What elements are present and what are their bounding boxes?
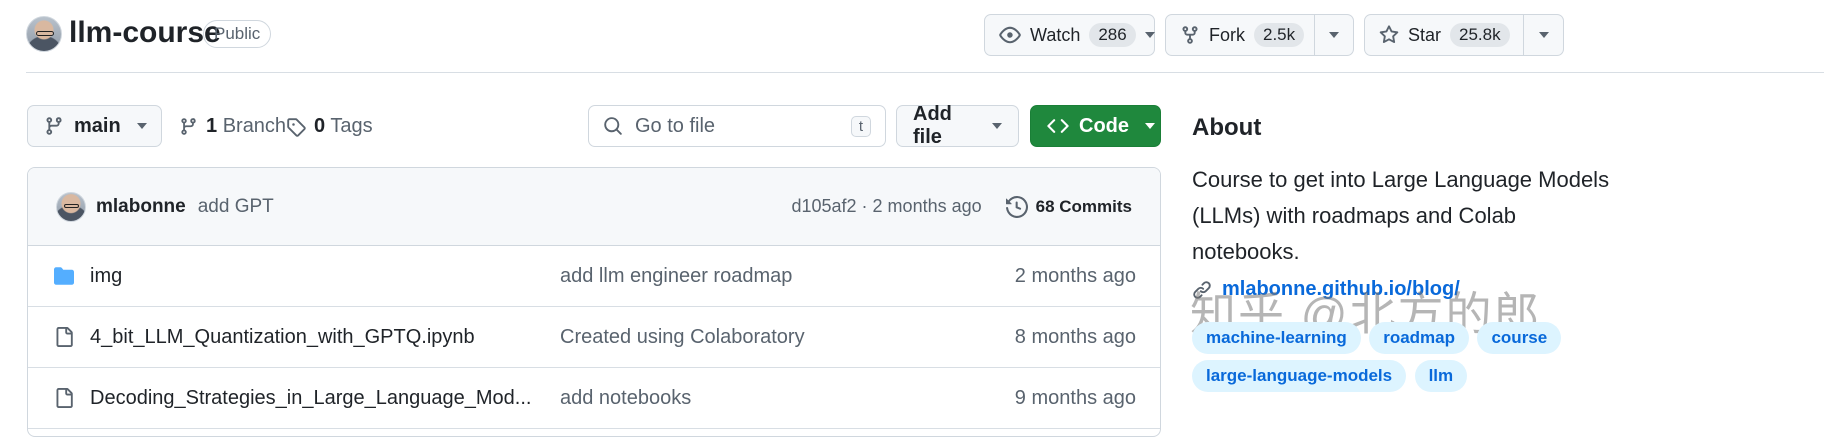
tags-label: Tags [330, 115, 373, 137]
chevron-down-icon [136, 123, 147, 129]
shortcut-key: t [850, 115, 871, 137]
file-name[interactable]: img [90, 265, 560, 288]
header-divider [26, 72, 1824, 73]
fork-icon [1180, 25, 1200, 45]
star-icon [1379, 25, 1399, 45]
go-to-file-search[interactable]: Go to file t [588, 105, 886, 147]
file-name[interactable]: Decoding_Strategies_in_Large_Language_Mo… [90, 387, 560, 410]
latest-commit-bar: mlabonne add GPT d105af2 · 2 months ago … [28, 168, 1160, 246]
about-description: Course to get into Large Language Models… [1192, 167, 1610, 264]
watch-button[interactable]: Watch 286 [984, 14, 1155, 56]
star-count: 25.8k [1450, 23, 1510, 47]
tags-link[interactable]: 0 Tags [286, 115, 373, 138]
file-icon [52, 326, 76, 348]
branches-count: 1 [206, 115, 218, 137]
chevron-down-icon [1538, 32, 1549, 38]
repo-name[interactable]: llm-course [69, 16, 221, 50]
file-row[interactable]: Decoding_Strategies_in_Large_Language_Mo… [28, 368, 1160, 429]
git-branch-icon [179, 117, 198, 136]
topic-tag[interactable]: machine-learning [1192, 322, 1361, 354]
file-commit-message[interactable]: add llm engineer roadmap [560, 265, 980, 288]
file-table: mlabonne add GPT d105af2 · 2 months ago … [27, 167, 1161, 437]
file-name[interactable]: 4_bit_LLM_Quantization_with_GPTQ.ipynb [90, 326, 560, 349]
chevron-down-icon [992, 123, 1002, 129]
owner-avatar[interactable] [26, 16, 62, 52]
topic-tag[interactable]: roadmap [1369, 322, 1470, 354]
add-file-button[interactable]: Add file [896, 103, 1019, 148]
topic-tag[interactable]: course [1477, 322, 1562, 354]
code-button[interactable]: Code [1030, 105, 1161, 147]
commit-author-avatar[interactable] [56, 191, 86, 222]
branches-link[interactable]: 1 Branch [179, 115, 286, 138]
star-label: Star [1408, 24, 1442, 45]
fork-count: 2.5k [1254, 23, 1305, 47]
tag-icon [286, 117, 306, 137]
star-dropdown[interactable] [1523, 15, 1563, 55]
eye-icon [999, 24, 1021, 46]
commit-message[interactable]: add GPT [198, 196, 274, 218]
code-icon [1047, 115, 1069, 137]
about-heading: About [1192, 114, 1262, 141]
topics-list: machine-learning roadmap course large-la… [1192, 322, 1612, 392]
code-label: Code [1079, 114, 1129, 137]
watch-label: Watch [1030, 24, 1081, 45]
chevron-down-icon [1144, 32, 1155, 38]
file-row[interactable]: 4_bit_LLM_Quantization_with_GPTQ.ipynb C… [28, 307, 1160, 368]
topic-tag[interactable]: llm [1414, 360, 1468, 392]
file-age: 2 months ago [1014, 264, 1136, 287]
commit-meta[interactable]: d105af2 · 2 months ago [791, 196, 981, 217]
file-commit-message[interactable]: add notebooks [560, 387, 980, 410]
search-icon [603, 116, 623, 136]
fork-dropdown[interactable] [1314, 15, 1353, 55]
fork-label: Fork [1209, 24, 1245, 45]
folder-icon [52, 266, 76, 286]
topic-tag[interactable]: large-language-models [1192, 360, 1407, 392]
add-file-label: Add file [913, 103, 952, 148]
file-age: 8 months ago [1014, 325, 1136, 348]
file-row[interactable]: img add llm engineer roadmap 2 months ag… [28, 246, 1160, 307]
file-age: 9 months ago [1014, 386, 1136, 409]
history-icon [1005, 195, 1028, 218]
branch-selector[interactable]: main [27, 105, 162, 147]
chevron-down-icon [1145, 123, 1155, 129]
watch-count: 286 [1089, 23, 1136, 47]
branch-name: main [74, 114, 121, 137]
commit-author[interactable]: mlabonne [96, 196, 186, 218]
chevron-down-icon [1329, 32, 1339, 38]
tags-count: 0 [314, 115, 326, 137]
visibility-badge: Public [203, 20, 272, 48]
star-button[interactable]: Star 25.8k [1364, 14, 1564, 56]
commits-count: 68 Commits [1035, 196, 1132, 216]
search-placeholder: Go to file [635, 114, 716, 137]
commits-link[interactable]: 68 Commits [1005, 195, 1132, 218]
branches-label: Branch [222, 115, 287, 137]
file-commit-message[interactable]: Created using Colaboratory [560, 326, 980, 349]
file-icon [52, 387, 76, 409]
git-branch-icon [44, 116, 64, 136]
fork-button[interactable]: Fork 2.5k [1165, 14, 1354, 56]
